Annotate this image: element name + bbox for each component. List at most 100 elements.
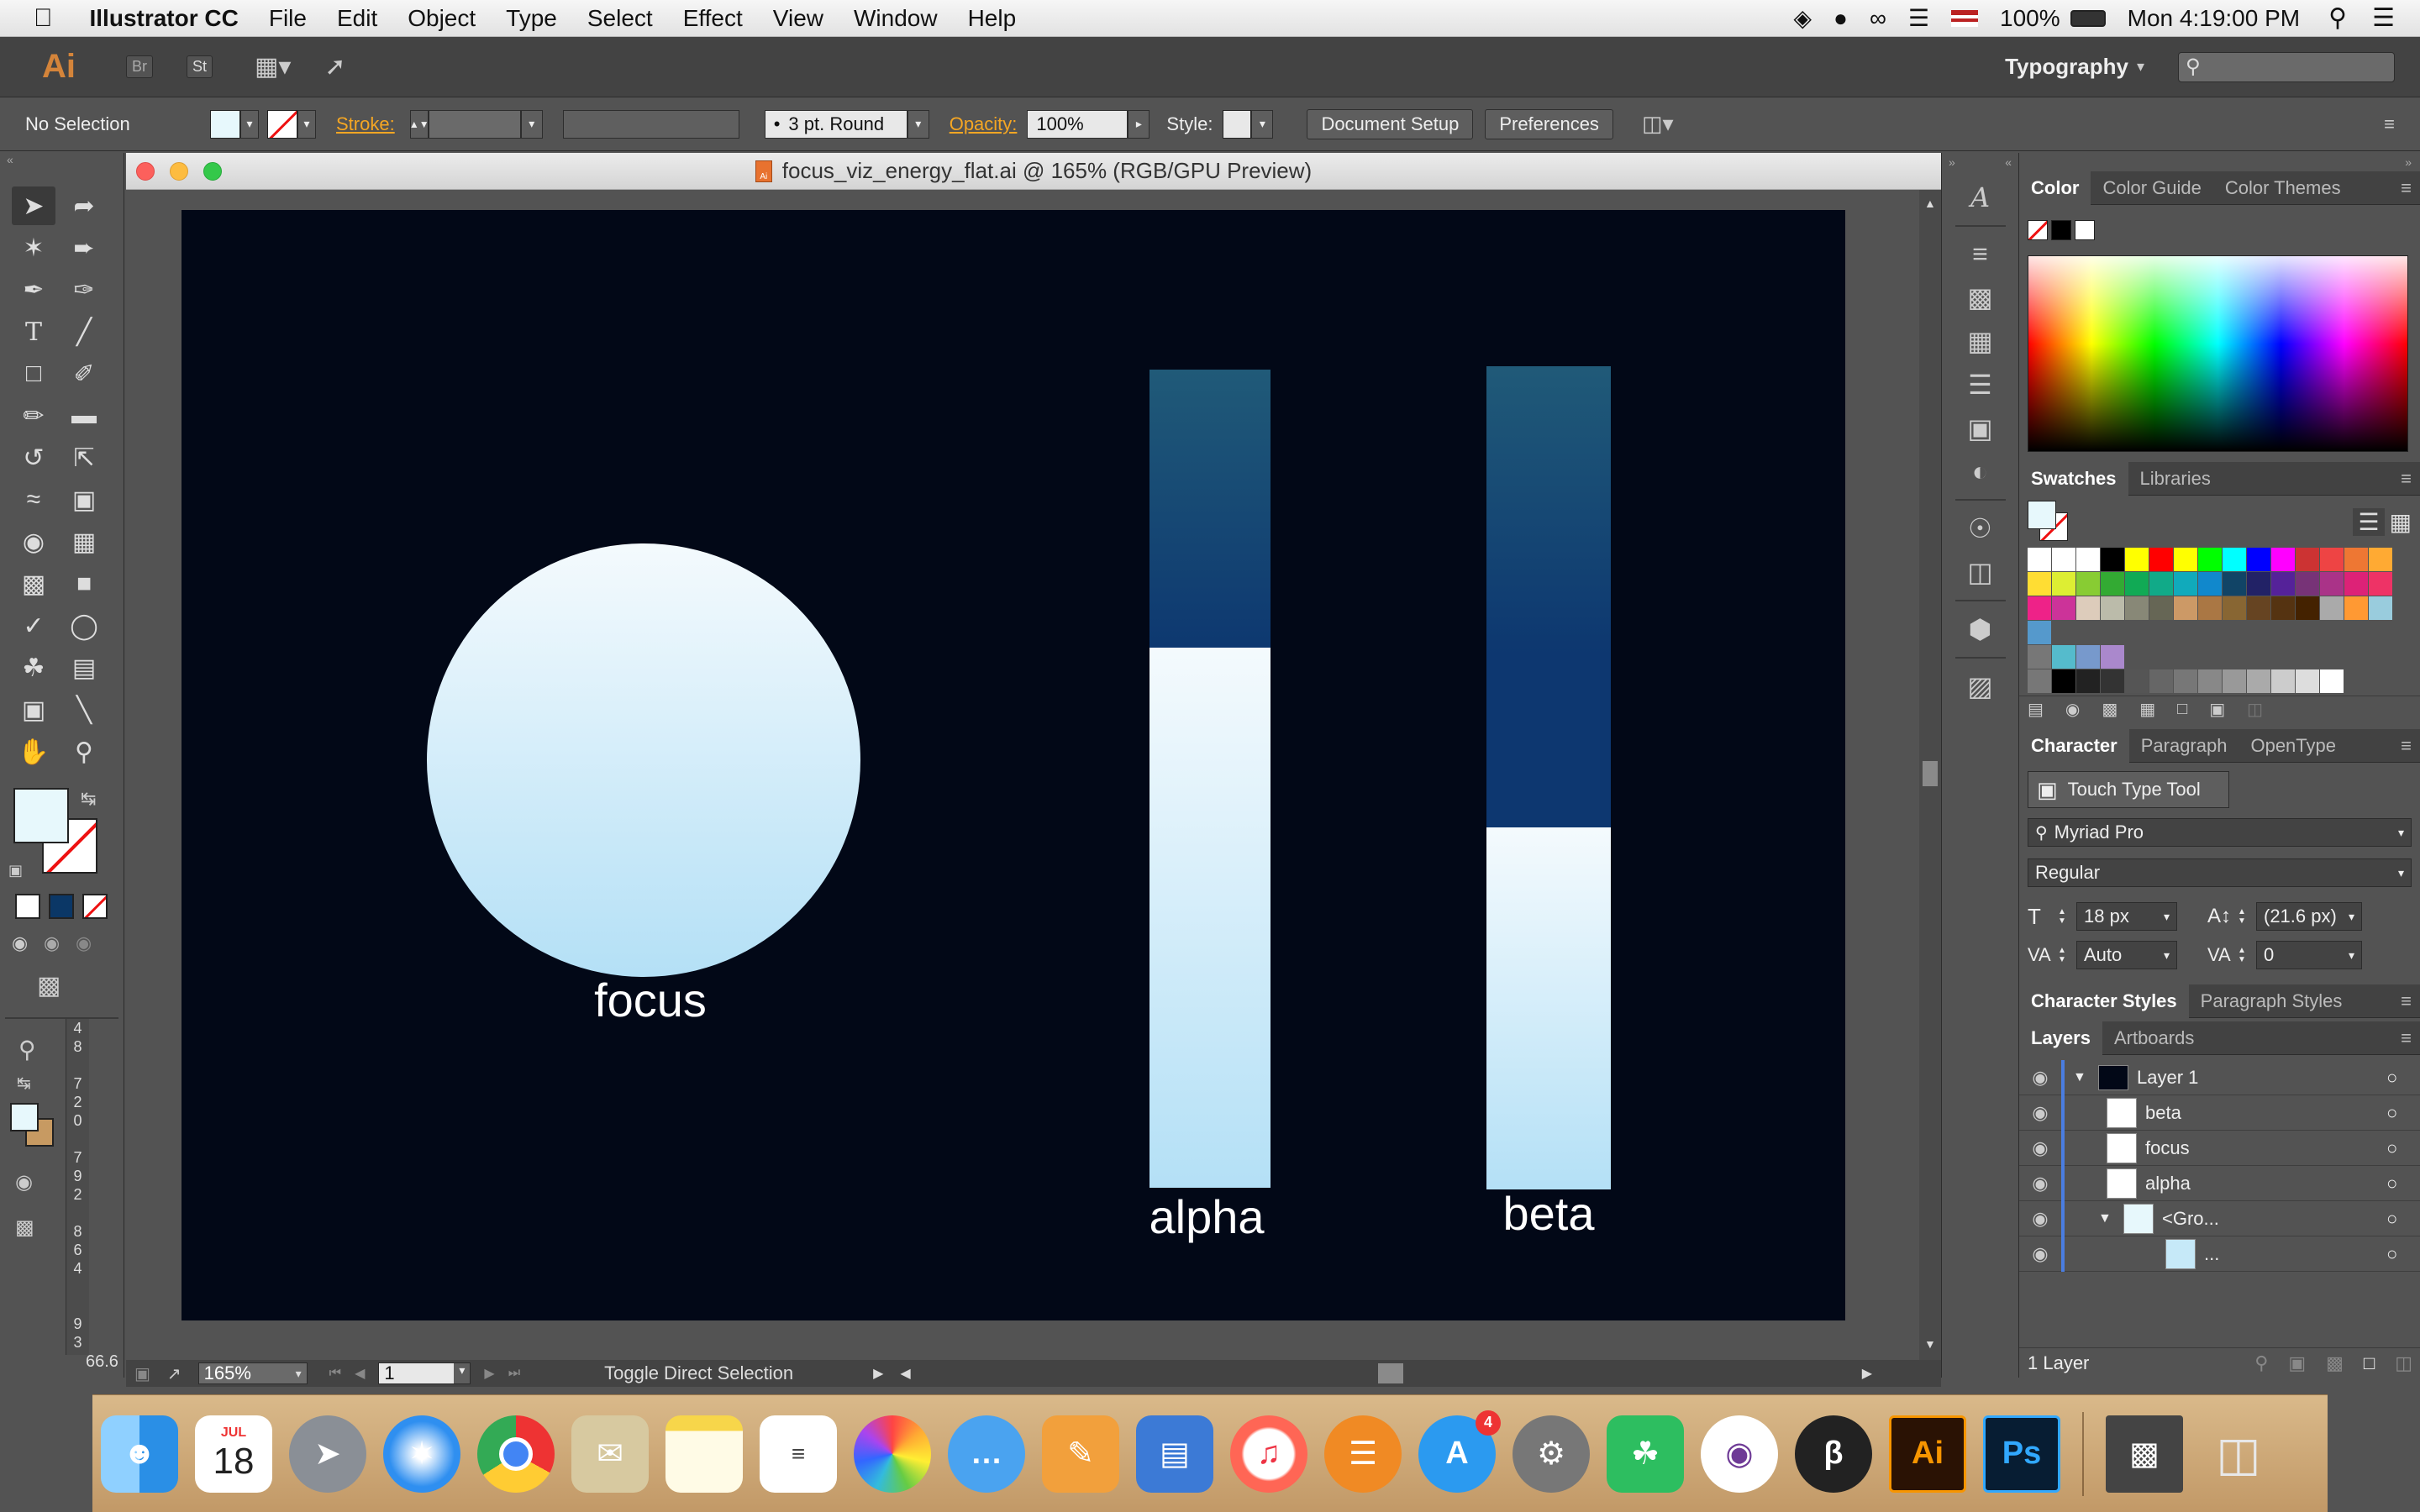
pen-tool-icon[interactable]: ✒ xyxy=(12,270,55,309)
gradient-tool-icon[interactable]: ■ xyxy=(62,564,106,603)
layer-name[interactable]: alpha xyxy=(2145,1173,2386,1194)
fill-dropdown-icon[interactable]: ▾ xyxy=(240,109,259,139)
font-family-dropdown-icon[interactable]: ▾ xyxy=(2391,826,2411,840)
variable-width-profile[interactable] xyxy=(562,109,739,139)
color-black-swatch[interactable] xyxy=(2051,220,2071,240)
swatches-panel-menu-icon[interactable]: ≡ xyxy=(2401,468,2420,490)
menu-view[interactable]: View xyxy=(773,5,823,32)
wifi-icon[interactable]: ☰ xyxy=(1908,4,1929,32)
tab-paragraph[interactable]: Paragraph xyxy=(2129,735,2239,757)
font-size-input[interactable]: 18 px ▾ xyxy=(2076,902,2177,931)
screen-mode-mini-icon[interactable]: ▩ xyxy=(15,1215,34,1240)
color-panel-menu-icon[interactable]: ≡ xyxy=(2401,177,2420,199)
gpu-performance-icon[interactable]: ➚ xyxy=(324,52,345,81)
appearance-panel-icon[interactable]: ☉ xyxy=(1968,512,1992,544)
delete-layer-icon[interactable]: ◫ xyxy=(2395,1352,2412,1374)
prev-artboard-icon[interactable]: ◀ xyxy=(355,1365,365,1382)
swatch-grid[interactable] xyxy=(2028,548,2392,696)
artboard-number-select[interactable]: 1 ▾ xyxy=(378,1362,471,1384)
touch-type-button[interactable]: ▣ Touch Type Tool xyxy=(2028,771,2229,808)
chrome-icon[interactable] xyxy=(477,1415,555,1493)
color-spectrum[interactable] xyxy=(2028,255,2408,452)
selection-tool-icon[interactable]: ➤ xyxy=(12,186,55,225)
layer-name[interactable]: ... xyxy=(2204,1243,2386,1265)
tab-libraries[interactable]: Libraries xyxy=(2128,468,2223,490)
swatch-options-icon[interactable]: ▦ xyxy=(2139,699,2155,720)
opacity-label[interactable]: Opacity: xyxy=(950,113,1018,135)
alpha-label[interactable]: alpha xyxy=(1149,1190,1265,1243)
none-mode-button[interactable] xyxy=(82,894,108,919)
layer-row[interactable]: ◉ focus ○ xyxy=(2019,1130,2420,1166)
type-tool-icon[interactable]: T xyxy=(12,312,55,351)
visibility-eye-icon[interactable]: ◉ xyxy=(2019,1243,2061,1265)
beta-bar[interactable] xyxy=(1486,366,1611,1189)
safari-icon[interactable]: ✶ xyxy=(383,1415,460,1493)
opacity-input[interactable]: 100% xyxy=(1027,109,1128,139)
lasso-tool-icon[interactable]: ➨ xyxy=(62,228,106,267)
menu-type[interactable]: Type xyxy=(506,5,557,32)
draw-mode-mini-icon[interactable]: ◉ xyxy=(15,1170,33,1194)
layer-row[interactable]: ◉ ▼ <Gro... ○ xyxy=(2019,1200,2420,1236)
panel-menu-icon[interactable]: ≡ xyxy=(2384,113,2395,135)
mesh-tool-icon[interactable]: ▩ xyxy=(12,564,55,603)
keynote-icon[interactable]: ▤ xyxy=(1136,1415,1213,1493)
messages-icon[interactable]: … xyxy=(948,1415,1025,1493)
focus-label[interactable]: focus xyxy=(594,974,707,1026)
tracking-stepper[interactable]: ▲ ▼ xyxy=(2238,946,2251,964)
vertical-scrollbar[interactable]: ▲ ▼ xyxy=(1919,190,1941,1360)
creative-cloud-icon[interactable]: ∞ xyxy=(1870,5,1886,32)
expand-triangle-icon[interactable]: ▼ xyxy=(2073,1070,2098,1085)
layer-name[interactable]: beta xyxy=(2145,1102,2386,1124)
horizontal-scroll-track[interactable] xyxy=(916,1363,1857,1383)
target-circle-icon[interactable]: ○ xyxy=(2386,1243,2420,1265)
target-circle-icon[interactable]: ○ xyxy=(2386,1173,2420,1194)
visibility-eye-icon[interactable]: ◉ xyxy=(2019,1208,2061,1230)
layer-row[interactable]: ◉ ▼ Layer 1 ○ xyxy=(2019,1059,2420,1095)
color-mode-button[interactable] xyxy=(15,894,40,919)
evernote-icon[interactable]: ● xyxy=(1833,5,1848,32)
brush-dropdown[interactable]: ▾ xyxy=(907,109,929,139)
launchpad-icon[interactable]: ➤ xyxy=(289,1415,366,1493)
target-circle-icon[interactable]: ○ xyxy=(2386,1137,2420,1159)
draw-behind-icon[interactable]: ◉ xyxy=(44,932,76,954)
locate-object-icon[interactable]: ⚲ xyxy=(2254,1352,2268,1374)
horizontal-scroll-thumb[interactable] xyxy=(1377,1363,1403,1383)
vertical-scroll-thumb[interactable] xyxy=(1923,761,1938,786)
notification-center-icon[interactable]: ☰ xyxy=(2372,3,2395,33)
asset-export-panel-icon[interactable]: ▨ xyxy=(1967,670,1992,702)
align-panel-icon[interactable]: ☰ xyxy=(1968,369,1992,401)
kerning-stepper[interactable]: ▲ ▼ xyxy=(2058,946,2071,964)
stroke-panel-icon[interactable]: ≡ xyxy=(1972,239,1988,270)
tab-color-themes[interactable]: Color Themes xyxy=(2213,177,2353,199)
stroke-weight-input[interactable] xyxy=(428,109,521,139)
strip-collapse-icon[interactable]: » xyxy=(1949,155,1955,169)
scroll-down-icon[interactable]: ▼ xyxy=(1924,1337,1936,1351)
graphic-styles-panel-icon[interactable]: ◫ xyxy=(1967,556,1992,588)
downloads-stack-icon[interactable]: ▩ xyxy=(2106,1415,2183,1493)
list-view-icon[interactable]: ☰ xyxy=(2353,507,2385,536)
flag-icon[interactable] xyxy=(1951,9,1979,27)
curvature-tool-icon[interactable]: ✑ xyxy=(62,270,106,309)
line-tool-icon[interactable]: ╱ xyxy=(62,312,106,351)
finder-icon[interactable]: ☻ xyxy=(101,1415,178,1493)
bridge-button[interactable]: Br xyxy=(126,55,153,78)
font-family-select[interactable]: ⚲ Myriad Pro ▾ xyxy=(2028,818,2412,847)
rotate-tool-icon[interactable]: ↺ xyxy=(12,438,55,477)
zoom-select[interactable]: 165% ▾ xyxy=(197,1362,308,1384)
zoom-mini-icon[interactable]: ⚲ xyxy=(18,1036,36,1063)
tab-character-styles[interactable]: Character Styles xyxy=(2019,984,2189,1018)
github-icon[interactable]: ◉ xyxy=(1701,1415,1778,1493)
zoom-window-button[interactable] xyxy=(203,162,222,181)
artboard-tool-icon[interactable]: ▣ xyxy=(12,690,55,729)
itunes-icon[interactable]: ♫ xyxy=(1230,1415,1307,1493)
shape-builder-tool-icon[interactable]: ◉ xyxy=(12,522,55,561)
layer-name[interactable]: focus xyxy=(2145,1137,2386,1159)
layer-row[interactable]: ◉ beta ○ xyxy=(2019,1095,2420,1131)
swap-fill-stroke-icon[interactable]: ↹ xyxy=(81,788,96,810)
trash-icon[interactable]: ◫ xyxy=(2200,1415,2277,1493)
opacity-arrow-icon[interactable]: ▸ xyxy=(1128,109,1150,139)
brush-definition[interactable]: • 3 pt. Round xyxy=(764,109,908,139)
next-artboard-icon[interactable]: ▶ xyxy=(484,1365,494,1382)
new-sublayer-icon[interactable]: ▩ xyxy=(2326,1352,2344,1374)
symbol-sprayer-tool-icon[interactable]: ☘ xyxy=(12,648,55,687)
